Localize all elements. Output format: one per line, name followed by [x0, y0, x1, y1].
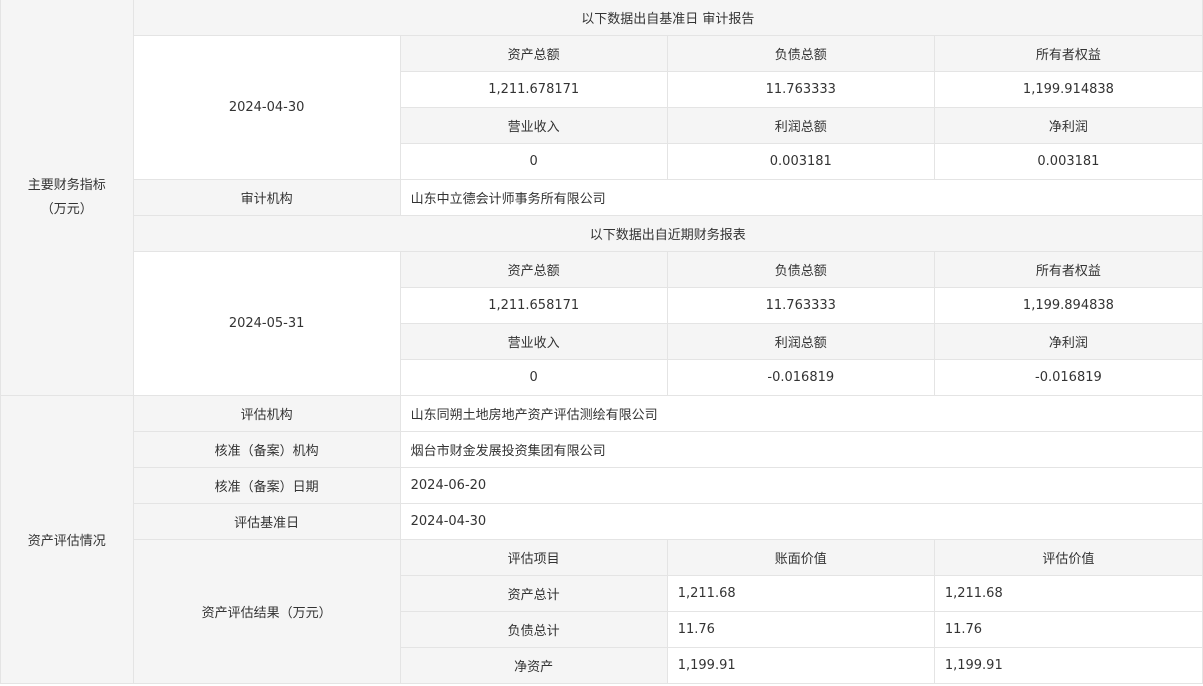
valuation-assessed-value: 1,199.91	[933, 647, 1203, 684]
valuation-book-value: 11.76	[666, 611, 935, 648]
header-total-profit: 利润总额	[666, 323, 935, 360]
header-valuation-item: 评估项目	[399, 539, 668, 576]
table-row: 资产评估结果（万元） 评估项目 账面价值 评估价值	[1, 539, 1203, 684]
valuation-row-label: 核准（备案）机构	[132, 431, 401, 468]
valuation-assessed-value: 1,211.68	[933, 575, 1203, 612]
header-net-profit: 净利润	[933, 323, 1203, 360]
table-row: 以下数据出自近期财务报表	[1, 215, 1203, 252]
header-owner-equity: 所有者权益	[933, 251, 1203, 288]
header-total-assets: 资产总额	[399, 251, 668, 288]
audit-source-note: 以下数据出自基准日 审计报告	[132, 0, 1203, 36]
header-book-value: 账面价值	[666, 539, 935, 576]
table-row: 审计机构 山东中立德会计师事务所有限公司	[1, 179, 1203, 216]
header-assessed-value: 评估价值	[933, 539, 1203, 576]
header-owner-equity: 所有者权益	[933, 35, 1203, 72]
header-total-liabilities: 负债总额	[666, 35, 935, 72]
auditor-value: 山东中立德会计师事务所有限公司	[399, 179, 1203, 216]
table-row: 2024-04-30 资产总额 负债总额 所有者权益	[1, 35, 1203, 180]
value-net-profit: 0.003181	[933, 143, 1203, 180]
valuation-book-value: 1,211.68	[666, 575, 935, 612]
value-revenue: 0	[399, 359, 668, 396]
value-owner-equity: 1,199.914838	[933, 71, 1203, 108]
project-info-table: 主要财务指标 （万元） 以下数据出自基准日 审计报告 2024-04-30 资产…	[0, 0, 1203, 684]
header-total-liabilities: 负债总额	[666, 251, 935, 288]
recent-source-note: 以下数据出自近期财务报表	[132, 215, 1203, 252]
valuation-row-value: 2024-06-20	[399, 467, 1203, 504]
table-row: 2024-05-31 资产总额 负债总额 所有者权益	[1, 251, 1203, 396]
table-row: 资产评估情况 评估机构 山东同朔土地房地产资产评估测绘有限公司	[0, 395, 1203, 684]
valuation-section-title: 资产评估情况	[0, 395, 134, 684]
table-row: 核准（备案）日期 2024-06-20	[1, 467, 1203, 504]
valuation-row-label: 评估机构	[132, 395, 401, 432]
financial-section-title: 主要财务指标 （万元）	[0, 0, 134, 396]
value-total-liabilities: 11.763333	[666, 71, 935, 108]
recent-date: 2024-05-31	[132, 251, 401, 396]
value-total-profit: 0.003181	[666, 143, 935, 180]
valuation-result-label: 资产评估结果（万元）	[132, 539, 401, 684]
valuation-row-value: 2024-04-30	[399, 503, 1203, 540]
header-total-profit: 利润总额	[666, 107, 935, 144]
valuation-book-value: 1,199.91	[666, 647, 935, 684]
table-row: 主要财务指标 （万元） 以下数据出自基准日 审计报告	[0, 0, 1203, 396]
value-total-profit: -0.016819	[666, 359, 935, 396]
valuation-assessed-value: 11.76	[933, 611, 1203, 648]
valuation-row-label: 核准（备案）日期	[132, 467, 401, 504]
value-total-liabilities: 11.763333	[666, 287, 935, 324]
value-net-profit: -0.016819	[933, 359, 1203, 396]
value-total-assets: 1,211.678171	[399, 71, 668, 108]
header-total-assets: 资产总额	[399, 35, 668, 72]
value-total-assets: 1,211.658171	[399, 287, 668, 324]
valuation-item-name: 资产总计	[399, 575, 668, 612]
valuation-row-value: 烟台市财金发展投资集团有限公司	[399, 431, 1203, 468]
header-revenue: 营业收入	[399, 107, 668, 144]
valuation-item-name: 负债总计	[399, 611, 668, 648]
header-revenue: 营业收入	[399, 323, 668, 360]
valuation-row-value: 山东同朔土地房地产资产评估测绘有限公司	[399, 395, 1203, 432]
table-row: 核准（备案）机构 烟台市财金发展投资集团有限公司	[1, 431, 1203, 468]
table-row: 评估基准日 2024-04-30	[1, 503, 1203, 540]
value-revenue: 0	[399, 143, 668, 180]
auditor-label: 审计机构	[132, 179, 401, 216]
audit-date: 2024-04-30	[132, 35, 401, 180]
valuation-item-name: 净资产	[399, 647, 668, 684]
value-owner-equity: 1,199.894838	[933, 287, 1203, 324]
header-net-profit: 净利润	[933, 107, 1203, 144]
valuation-row-label: 评估基准日	[132, 503, 401, 540]
